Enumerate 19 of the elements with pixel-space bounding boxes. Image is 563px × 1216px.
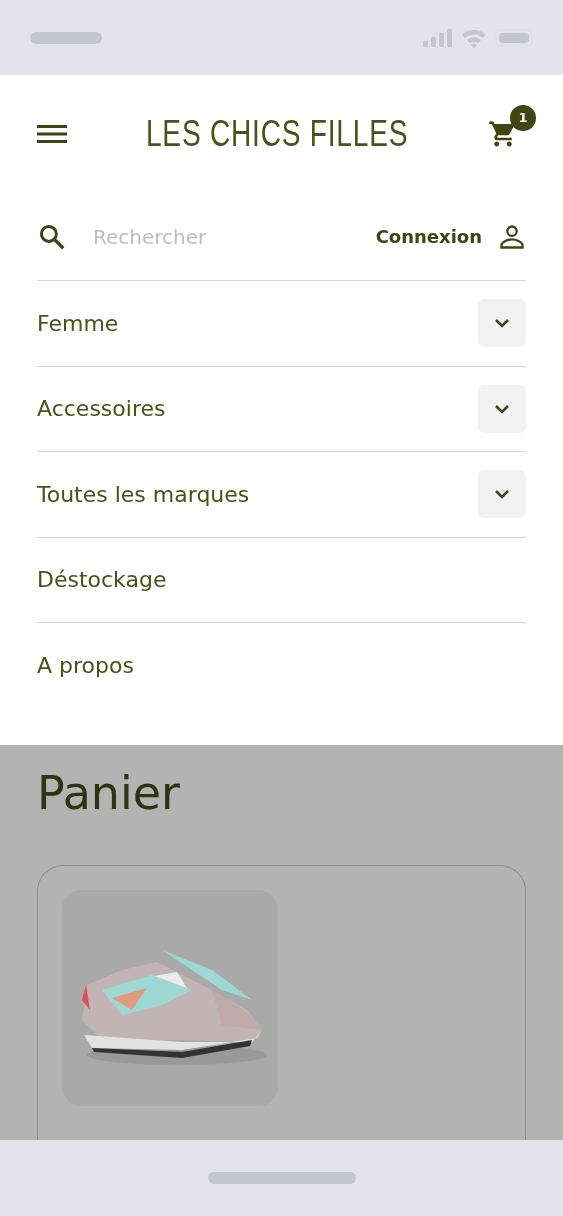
chevron-down-icon (494, 489, 510, 500)
menu-item[interactable]: Femme (37, 306, 119, 340)
login-link[interactable]: Connexion (375, 223, 482, 250)
status-pill (30, 31, 102, 44)
search-field[interactable]: Rechercher (91, 220, 311, 253)
chevron-down-icon (494, 318, 510, 329)
battery-icon (495, 28, 533, 47)
menu-item[interactable]: Déstockage (37, 563, 167, 597)
wifi-icon (461, 27, 487, 48)
chevron-down-icon (494, 403, 510, 414)
page-title: Panier (37, 765, 180, 822)
menu-item[interactable]: Accessoires (37, 392, 166, 426)
logo[interactable]: LES CHICS FILLES (146, 116, 409, 152)
menu-item[interactable]: Toutes les marques (37, 477, 250, 511)
cart-count-badge: 1 (510, 105, 536, 131)
menu-item[interactable]: A propos (37, 649, 134, 683)
signal-icon (423, 28, 453, 47)
menu-icon[interactable] (37, 123, 67, 145)
user-icon[interactable] (498, 222, 526, 251)
